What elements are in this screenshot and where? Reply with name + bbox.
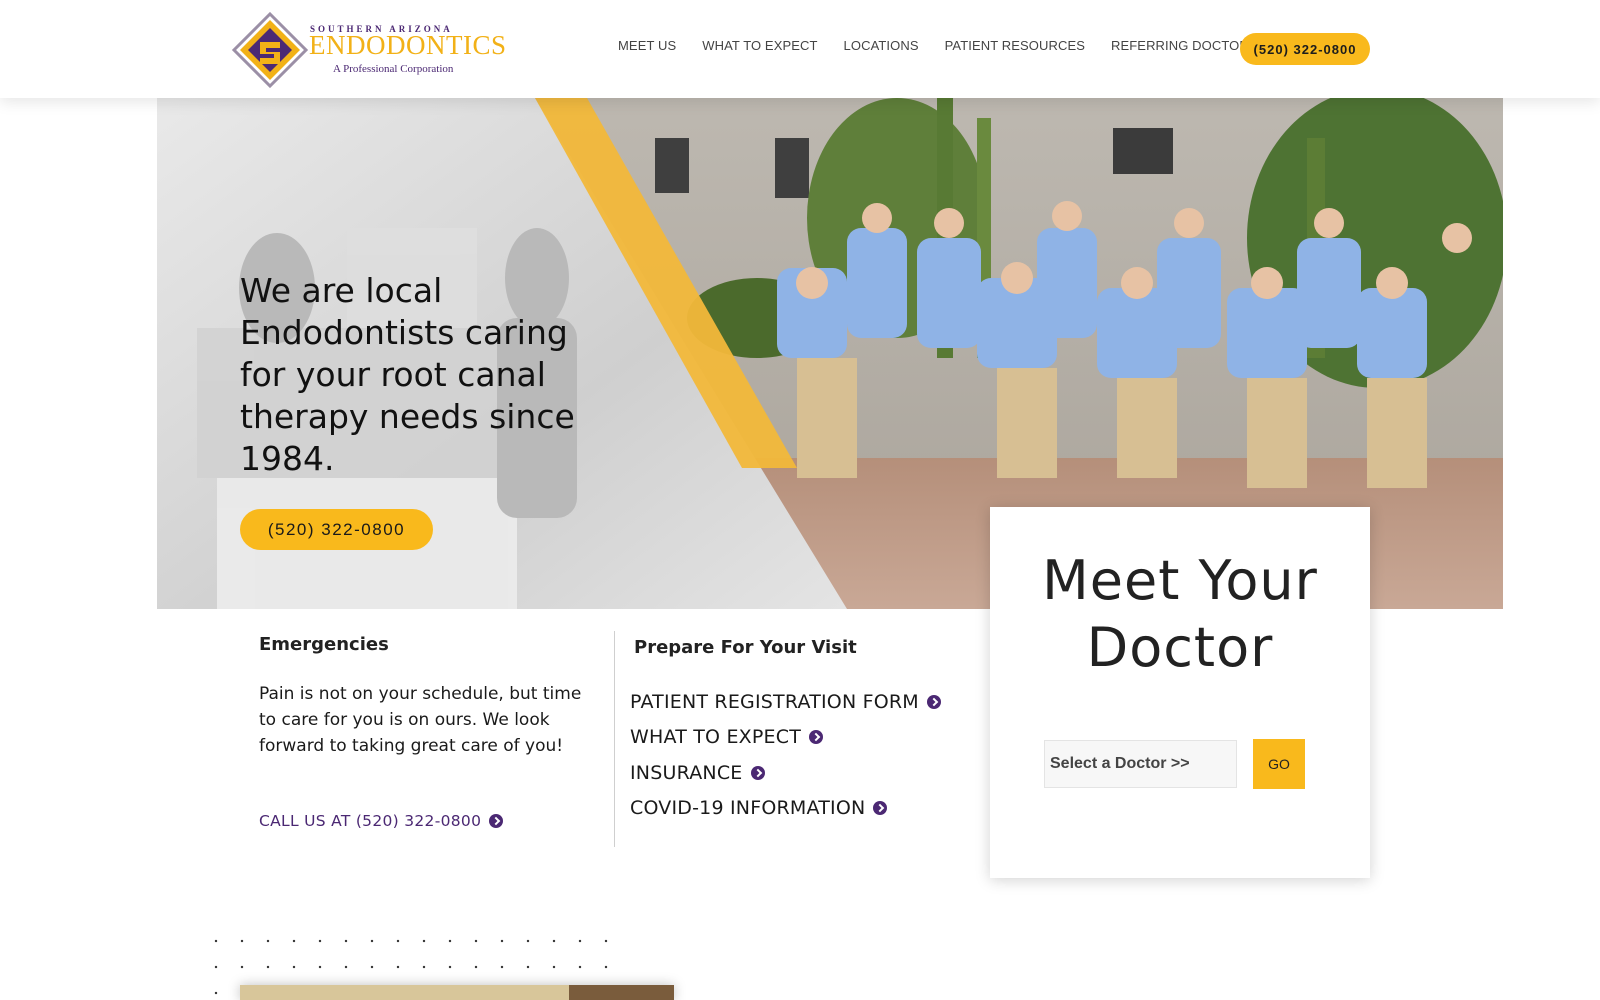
- call-us-label: CALL US AT (520) 322-0800: [259, 812, 482, 830]
- link-insurance[interactable]: INSURANCE: [630, 755, 941, 791]
- title-line-2: Doctor: [1086, 616, 1274, 679]
- arrow-right-circle-icon: [873, 801, 888, 816]
- arrow-right-circle-icon: [750, 765, 765, 780]
- site-logo[interactable]: SOUTHERN ARIZONA ENDODONTICS A Professio…: [230, 10, 506, 90]
- logo-main-text: ENDODONTICS: [309, 30, 507, 60]
- nav-locations[interactable]: LOCATIONS: [844, 38, 919, 53]
- call-us-link[interactable]: CALL US AT (520) 322-0800: [259, 812, 504, 830]
- title-line-1: Meet Your: [1042, 549, 1318, 612]
- nav-referring-doctors[interactable]: REFERRING DOCTORS: [1111, 38, 1258, 53]
- emergencies-body: Pain is not on your schedule, but time t…: [259, 684, 582, 756]
- link-label: WHAT TO EXPECT: [630, 726, 801, 749]
- arrow-right-circle-icon: [489, 814, 504, 828]
- go-button[interactable]: GO: [1253, 739, 1305, 789]
- logo-sub-text: A Professional Corporation: [333, 63, 454, 75]
- link-label: PATIENT REGISTRATION FORM: [630, 690, 919, 713]
- link-what-to-expect[interactable]: WHAT TO EXPECT: [630, 720, 941, 756]
- section-divider: [614, 631, 615, 847]
- meet-your-doctor-title: Meet Your Doctor: [990, 547, 1370, 681]
- site-header: SOUTHERN ARIZONA ENDODONTICS A Professio…: [0, 0, 1600, 98]
- logo-mark-icon: [231, 11, 309, 89]
- emergencies-heading: Emergencies: [259, 634, 389, 655]
- arrow-right-circle-icon: [809, 730, 823, 745]
- nav-what-to-expect[interactable]: WHAT TO EXPECT: [702, 38, 817, 53]
- prepare-heading: Prepare For Your Visit: [634, 637, 857, 658]
- meet-your-doctor-card: Meet Your Doctor Select a Doctor >> GO: [990, 507, 1370, 878]
- bottom-photo: [240, 985, 674, 1000]
- header-phone-button[interactable]: (520) 322-0800: [1240, 33, 1370, 65]
- nav-meet-us[interactable]: MEET US: [618, 38, 676, 53]
- hero-title: We are local Endodontists caring for you…: [240, 271, 575, 478]
- link-label: INSURANCE: [630, 761, 743, 784]
- doctor-select[interactable]: Select a Doctor >>: [1044, 740, 1237, 788]
- link-patient-registration-form[interactable]: PATIENT REGISTRATION FORM: [630, 684, 941, 720]
- prepare-section: Prepare For Your Visit: [634, 637, 857, 658]
- arrow-right-circle-icon: [926, 694, 941, 709]
- prepare-links: PATIENT REGISTRATION FORM WHAT TO EXPECT…: [630, 684, 941, 826]
- link-label: COVID-19 INFORMATION: [630, 797, 866, 820]
- main-nav: MEET US WHAT TO EXPECT LOCATIONS PATIENT…: [618, 38, 1258, 53]
- emergencies-section: Emergencies Pain is not on your schedule…: [259, 634, 599, 759]
- link-covid-information[interactable]: COVID-19 INFORMATION: [630, 791, 941, 827]
- nav-patient-resources[interactable]: PATIENT RESOURCES: [945, 38, 1085, 53]
- hero-phone-button[interactable]: (520) 322-0800: [240, 509, 433, 550]
